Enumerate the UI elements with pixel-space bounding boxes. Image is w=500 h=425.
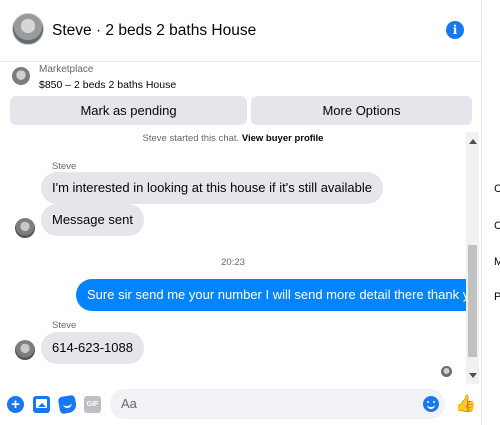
view-buyer-profile-link[interactable]: View buyer profile: [242, 133, 324, 144]
avatar[interactable]: [15, 218, 35, 238]
thumbs-up-icon[interactable]: 👍: [455, 395, 476, 413]
sticker-icon[interactable]: [57, 394, 78, 415]
incoming-message[interactable]: I'm interested in looking at this house …: [41, 172, 384, 204]
message-input-placeholder: Aa: [121, 396, 137, 411]
incoming-message[interactable]: 614-623-1088: [41, 332, 144, 364]
listing-thumbnail[interactable]: [12, 67, 30, 85]
message-composer: + GIF Aa 👍: [0, 384, 482, 425]
sender-name: Steve: [52, 161, 77, 172]
scrollbar[interactable]: [466, 132, 479, 384]
emoji-icon[interactable]: [423, 396, 439, 412]
gif-icon[interactable]: GIF: [84, 396, 101, 413]
info-icon[interactable]: i: [446, 21, 464, 39]
seen-avatar: [441, 366, 452, 377]
photo-icon[interactable]: [33, 396, 50, 413]
scroll-up-icon[interactable]: [469, 139, 477, 144]
avatar[interactable]: [15, 340, 35, 360]
chat-start-text: Steve started this chat.: [142, 133, 240, 144]
chat-title[interactable]: Steve · 2 beds 2 baths House: [52, 22, 256, 40]
scrollbar-thumb[interactable]: [468, 245, 477, 357]
scroll-down-icon[interactable]: [469, 373, 477, 378]
listing-price[interactable]: $850 – 2 beds 2 baths House: [39, 79, 176, 91]
chat-header: Steve · 2 beds 2 baths House i: [0, 0, 482, 62]
marketplace-label: Marketplace: [39, 64, 94, 75]
outgoing-message[interactable]: Sure sir send me your number I will send…: [76, 279, 466, 311]
sender-name: Steve: [52, 320, 77, 331]
chat-window: Steve · 2 beds 2 baths House i Marketpla…: [0, 0, 482, 425]
message-list[interactable]: Steve started this chat. View buyer prof…: [0, 132, 466, 384]
sidebar-item-letter[interactable]: C: [494, 183, 500, 195]
message-timestamp: 20:23: [221, 257, 245, 268]
plus-icon[interactable]: +: [7, 396, 24, 413]
marketplace-panel: Marketplace $850 – 2 beds 2 baths House …: [0, 62, 482, 132]
mark-as-pending-button[interactable]: Mark as pending: [10, 96, 247, 125]
avatar[interactable]: [12, 13, 44, 45]
chat-start-notice: Steve started this chat. View buyer prof…: [0, 133, 466, 144]
message-input[interactable]: Aa: [110, 389, 445, 419]
sidebar-item-letter[interactable]: M: [494, 256, 500, 268]
incoming-message[interactable]: Message sent: [41, 204, 144, 236]
more-options-button[interactable]: More Options: [251, 96, 472, 125]
sidebar-item-letter[interactable]: P: [494, 291, 500, 303]
sidebar-item-letter[interactable]: C: [494, 220, 500, 232]
